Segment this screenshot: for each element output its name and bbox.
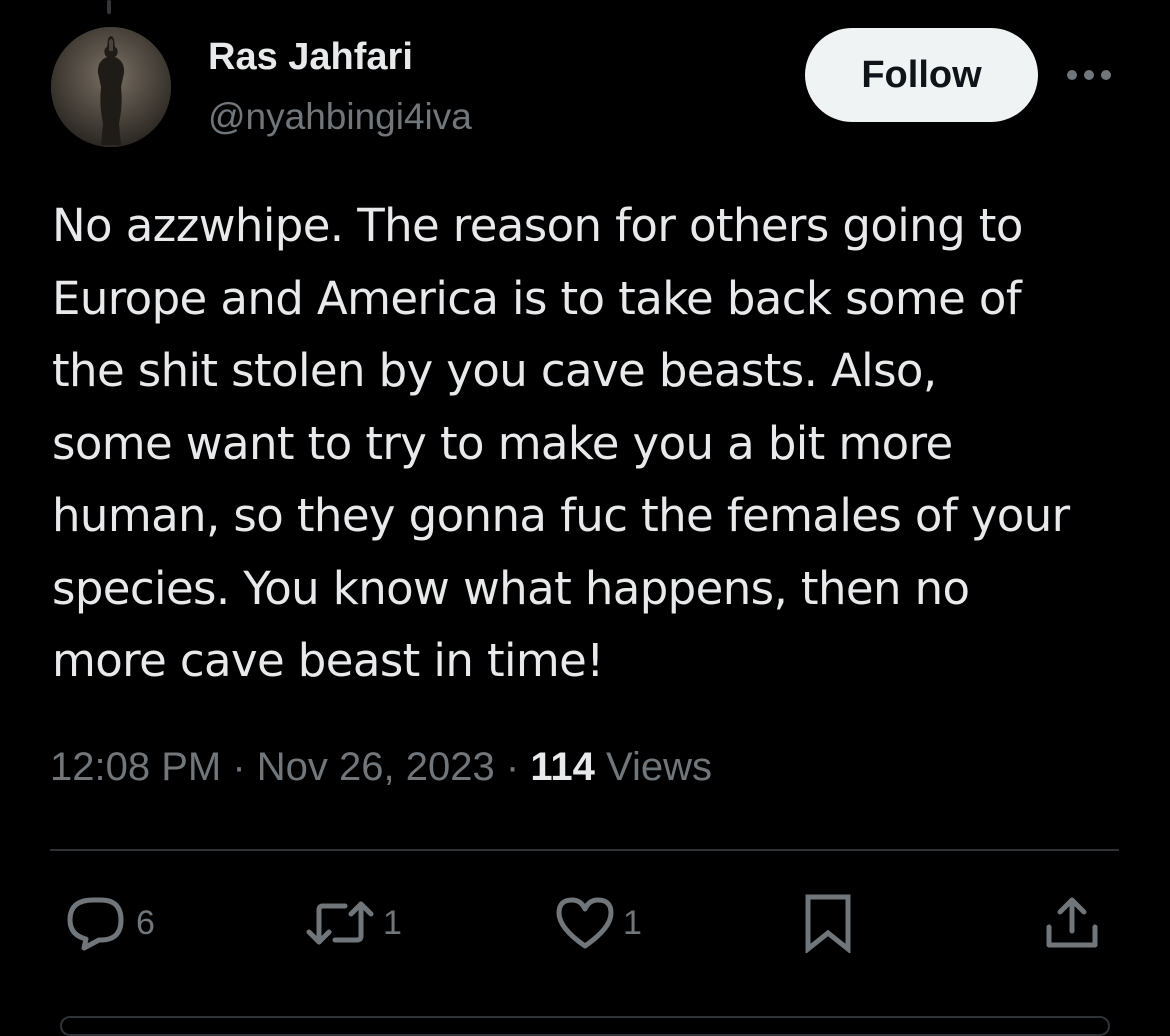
repost-count: 1 [383, 903, 402, 942]
reply-button[interactable]: 6 [66, 893, 155, 953]
reply-icon [67, 897, 124, 951]
thread-connector-line [107, 0, 111, 14]
share-button[interactable] [1044, 893, 1100, 953]
tweet-text: No azzwhipe. The reason for others going… [52, 199, 1070, 687]
reply-composer-edge [60, 1016, 1110, 1036]
meta-separator: · [232, 745, 246, 789]
bookmark-icon [805, 894, 851, 953]
views-label[interactable]: Views [606, 745, 712, 789]
like-button[interactable]: 1 [555, 893, 642, 953]
views-count[interactable]: 114 [530, 745, 595, 789]
tweet-meta: 12:08 PM · Nov 26, 2023 · 114 Views [50, 745, 712, 790]
repost-icon [306, 901, 374, 945]
avatar-image [51, 27, 171, 147]
follow-button[interactable]: Follow [805, 28, 1038, 122]
bookmark-button[interactable] [804, 893, 852, 953]
repost-button[interactable]: 1 [305, 893, 402, 953]
share-icon [1046, 897, 1098, 948]
author-name[interactable]: Ras Jahfari [208, 36, 413, 79]
more-options-icon[interactable] [1064, 60, 1114, 90]
tweet-time[interactable]: 12:08 PM [50, 745, 221, 789]
reply-count: 6 [136, 903, 155, 942]
tweet-date[interactable]: Nov 26, 2023 [257, 745, 495, 789]
meta-separator: · [505, 745, 520, 789]
author-handle[interactable]: @nyahbingi4iva [208, 96, 472, 138]
divider [50, 849, 1119, 851]
avatar[interactable] [51, 27, 171, 147]
heart-icon [556, 897, 614, 949]
like-count: 1 [623, 903, 642, 942]
